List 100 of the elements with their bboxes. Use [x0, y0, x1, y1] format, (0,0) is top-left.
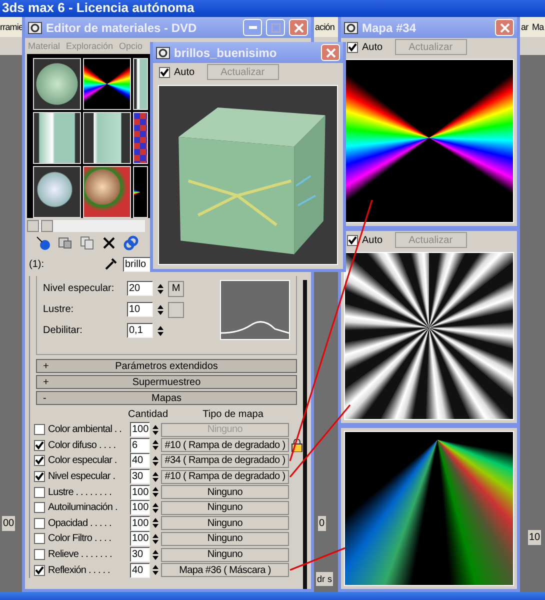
map-button[interactable]: Ninguno — [161, 516, 289, 530]
swatch-icon[interactable] — [57, 235, 73, 251]
app-icon — [344, 22, 358, 34]
sample-slot[interactable] — [33, 166, 81, 218]
param-field[interactable]: 10 — [127, 302, 153, 317]
leader-line — [290, 547, 346, 571]
checkbox[interactable] — [34, 564, 45, 576]
check-icon — [160, 68, 169, 76]
scrollbar[interactable] — [27, 220, 145, 232]
sample-slot[interactable] — [83, 112, 131, 164]
map-button[interactable]: Ninguno — [161, 548, 289, 562]
param-field[interactable]: 20 — [127, 281, 153, 296]
map-button[interactable]: #34 ( Rampa de degradado ) — [161, 454, 289, 468]
window-title: brillos_buenisimo — [174, 46, 278, 60]
maximize-icon — [270, 22, 280, 32]
menu-item[interactable]: ar — [521, 22, 528, 32]
spinner-icon[interactable] — [152, 454, 159, 468]
amount-field[interactable]: 100 — [130, 531, 150, 546]
spinner-icon[interactable] — [152, 548, 159, 562]
check-icon — [348, 236, 357, 244]
link-icon[interactable] — [123, 235, 139, 251]
amount-field[interactable]: 100 — [130, 484, 150, 500]
amount-field[interactable]: 100 — [130, 516, 150, 531]
map-button[interactable]: M — [168, 280, 184, 296]
sample-slot[interactable] — [133, 166, 148, 218]
checkbox[interactable] — [347, 234, 358, 246]
spinner-icon[interactable] — [152, 500, 159, 515]
rollout-header[interactable]: - Mapas — [36, 391, 297, 405]
amount-field[interactable]: 100 — [130, 500, 150, 516]
close-button[interactable] — [495, 19, 514, 36]
map-label: Autoiluminación . — [48, 502, 118, 514]
map-button[interactable]: Ninguno — [161, 532, 289, 546]
spinner-icon[interactable] — [152, 563, 159, 578]
copy-icon[interactable] — [79, 235, 95, 251]
spinner-icon[interactable] — [157, 302, 164, 316]
checkbox[interactable] — [34, 486, 45, 498]
checkbox[interactable] — [34, 455, 45, 466]
spinner-icon[interactable] — [157, 282, 164, 296]
delete-icon[interactable] — [101, 235, 117, 251]
checkbox[interactable] — [34, 502, 45, 514]
amount-field[interactable]: 6 — [130, 438, 150, 453]
checkbox[interactable] — [34, 518, 45, 529]
spinner-icon[interactable] — [152, 422, 159, 437]
spinner-icon[interactable] — [157, 324, 164, 338]
close-icon — [294, 22, 304, 32]
window-title: Mapa #34 — [362, 20, 418, 34]
sample-slot[interactable] — [33, 112, 81, 164]
map-label: Color especular . — [48, 455, 118, 466]
param-label: Nivel especular: — [43, 283, 116, 294]
sample-slot[interactable] — [133, 112, 148, 164]
close-icon — [500, 22, 510, 32]
map-button[interactable]: #10 ( Rampa de degradado ) — [161, 470, 289, 484]
close-button[interactable] — [289, 19, 308, 36]
eyedropper-icon[interactable] — [103, 256, 119, 272]
checkbox-label: Auto — [362, 234, 383, 246]
checkbox[interactable] — [34, 549, 45, 560]
map-label: Reflexión . . . . . — [48, 564, 111, 576]
param-label: Debilitar: — [43, 325, 84, 336]
slot-label: (1): — [29, 258, 45, 270]
map-label: Lustre . . . . . . . . — [48, 486, 112, 498]
material-name-field[interactable]: brillo — [123, 256, 153, 272]
close-button[interactable] — [321, 44, 340, 61]
frame-label: 10 — [528, 530, 542, 545]
map-button[interactable]: Mapa #36 ( Máscara ) — [161, 563, 289, 578]
map-button[interactable]: Ninguno — [161, 485, 289, 500]
checkbox[interactable] — [34, 533, 45, 544]
map-label: Color difuso . . . . — [48, 440, 117, 451]
rollout-header[interactable]: + Supermuestreo — [36, 375, 297, 389]
map-button[interactable]: #10 ( Rampa de degradado ) — [161, 438, 289, 452]
sphere-arrow-icon[interactable] — [35, 235, 51, 251]
menu-item[interactable]: ación — [315, 22, 335, 32]
spinner-icon[interactable] — [152, 532, 159, 546]
menu-item[interactable]: Ma — [532, 22, 544, 32]
checkbox[interactable] — [159, 66, 170, 78]
sample-slot[interactable] — [33, 58, 81, 110]
spinner-icon[interactable] — [152, 485, 159, 500]
rollout-header[interactable]: + Parámetros extendidos — [36, 359, 297, 373]
param-field[interactable]: 0,1 — [127, 323, 153, 338]
sample-slot[interactable] — [83, 58, 131, 110]
spinner-icon[interactable] — [152, 516, 159, 530]
amount-field[interactable]: 40 — [130, 453, 150, 468]
map-label: Relieve . . . . . . . — [48, 549, 113, 560]
amount-field[interactable]: 30 — [130, 547, 150, 562]
status-text: dr s — [316, 572, 334, 586]
param-label: Lustre: — [43, 304, 75, 315]
checkbox[interactable] — [34, 440, 45, 451]
spinner-icon[interactable] — [152, 438, 159, 452]
checkbox[interactable] — [347, 42, 358, 52]
app-icon — [156, 46, 170, 58]
map-label: Color Filtro . . . . — [48, 533, 112, 544]
checkbox[interactable] — [34, 471, 45, 482]
lock-icon[interactable] — [291, 438, 303, 452]
amount-field[interactable]: 30 — [130, 469, 150, 484]
map-label: Color ambiental . . — [48, 424, 123, 436]
spinner-icon[interactable] — [152, 470, 159, 484]
amount-field[interactable]: 40 — [130, 562, 150, 578]
column-header: Tipo de mapa — [202, 409, 264, 420]
sample-slot[interactable] — [133, 58, 148, 110]
map-button[interactable]: Ninguno — [161, 500, 289, 515]
minimize-icon — [248, 26, 256, 29]
